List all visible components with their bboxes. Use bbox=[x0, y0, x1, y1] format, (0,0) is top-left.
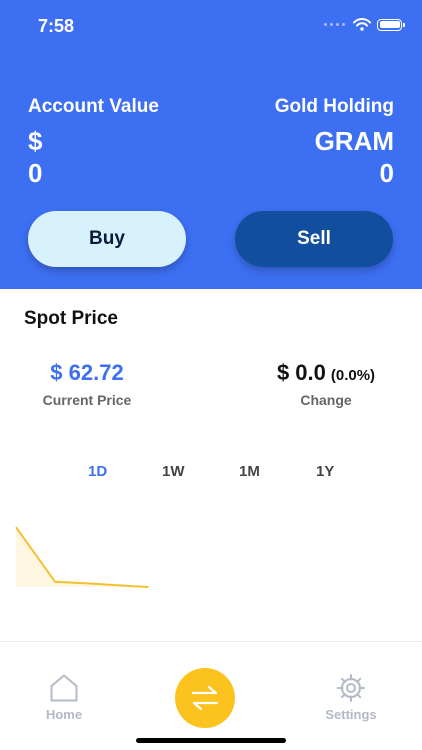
change-caption: Change bbox=[300, 392, 352, 408]
tab-1m[interactable]: 1M bbox=[239, 463, 260, 480]
change-block: $ 0.0 (0.0%) Change bbox=[236, 360, 416, 408]
gear-icon bbox=[337, 674, 365, 702]
current-price-block: $ 62.72 Current Price bbox=[0, 360, 177, 408]
tab-1d[interactable]: 1D bbox=[88, 463, 107, 480]
nav-settings[interactable]: Settings bbox=[311, 672, 391, 722]
account-value-label: Account Value bbox=[28, 96, 159, 117]
home-icon bbox=[50, 674, 78, 702]
tab-1w[interactable]: 1W bbox=[162, 463, 185, 480]
chart-area-fill bbox=[16, 527, 149, 587]
battery-icon bbox=[377, 18, 405, 31]
account-currency: $ bbox=[28, 126, 43, 156]
signal-dots-icon bbox=[324, 23, 345, 26]
gold-holding-label: Gold Holding bbox=[274, 96, 394, 117]
timeframe-tabs: 1D 1W 1M 1Y bbox=[0, 463, 422, 483]
swap-arrows-icon bbox=[191, 685, 219, 711]
spot-price-title: Spot Price bbox=[24, 308, 118, 329]
nav-home-label: Home bbox=[45, 707, 83, 722]
buy-button[interactable]: Buy bbox=[28, 211, 186, 267]
sell-button[interactable]: Sell bbox=[235, 211, 393, 267]
home-indicator bbox=[136, 738, 286, 743]
current-price-value: $ 62.72 bbox=[50, 360, 124, 385]
nav-home[interactable]: Home bbox=[24, 672, 104, 722]
account-header: 7:58 Account Value $ 0 Gold Holding GRAM… bbox=[0, 0, 422, 289]
current-price-caption: Current Price bbox=[42, 392, 132, 408]
swap-button[interactable] bbox=[175, 668, 235, 728]
wifi-icon bbox=[353, 18, 371, 31]
status-time: 7:58 bbox=[38, 16, 75, 36]
spot-price-chart bbox=[15, 526, 149, 588]
status-bar: 7:58 bbox=[0, 0, 422, 52]
gold-holding-amount: 0 bbox=[379, 158, 394, 188]
bottom-nav: Home Settings bbox=[0, 641, 422, 750]
status-icons bbox=[324, 18, 405, 31]
gold-holding-unit: GRAM bbox=[314, 126, 394, 156]
tab-1y[interactable]: 1Y bbox=[316, 463, 334, 480]
nav-settings-label: Settings bbox=[325, 707, 377, 722]
change-value: $ 0.0 bbox=[276, 360, 326, 385]
account-value-amount: 0 bbox=[28, 158, 43, 188]
change-percent: (0.0%) bbox=[330, 367, 376, 384]
